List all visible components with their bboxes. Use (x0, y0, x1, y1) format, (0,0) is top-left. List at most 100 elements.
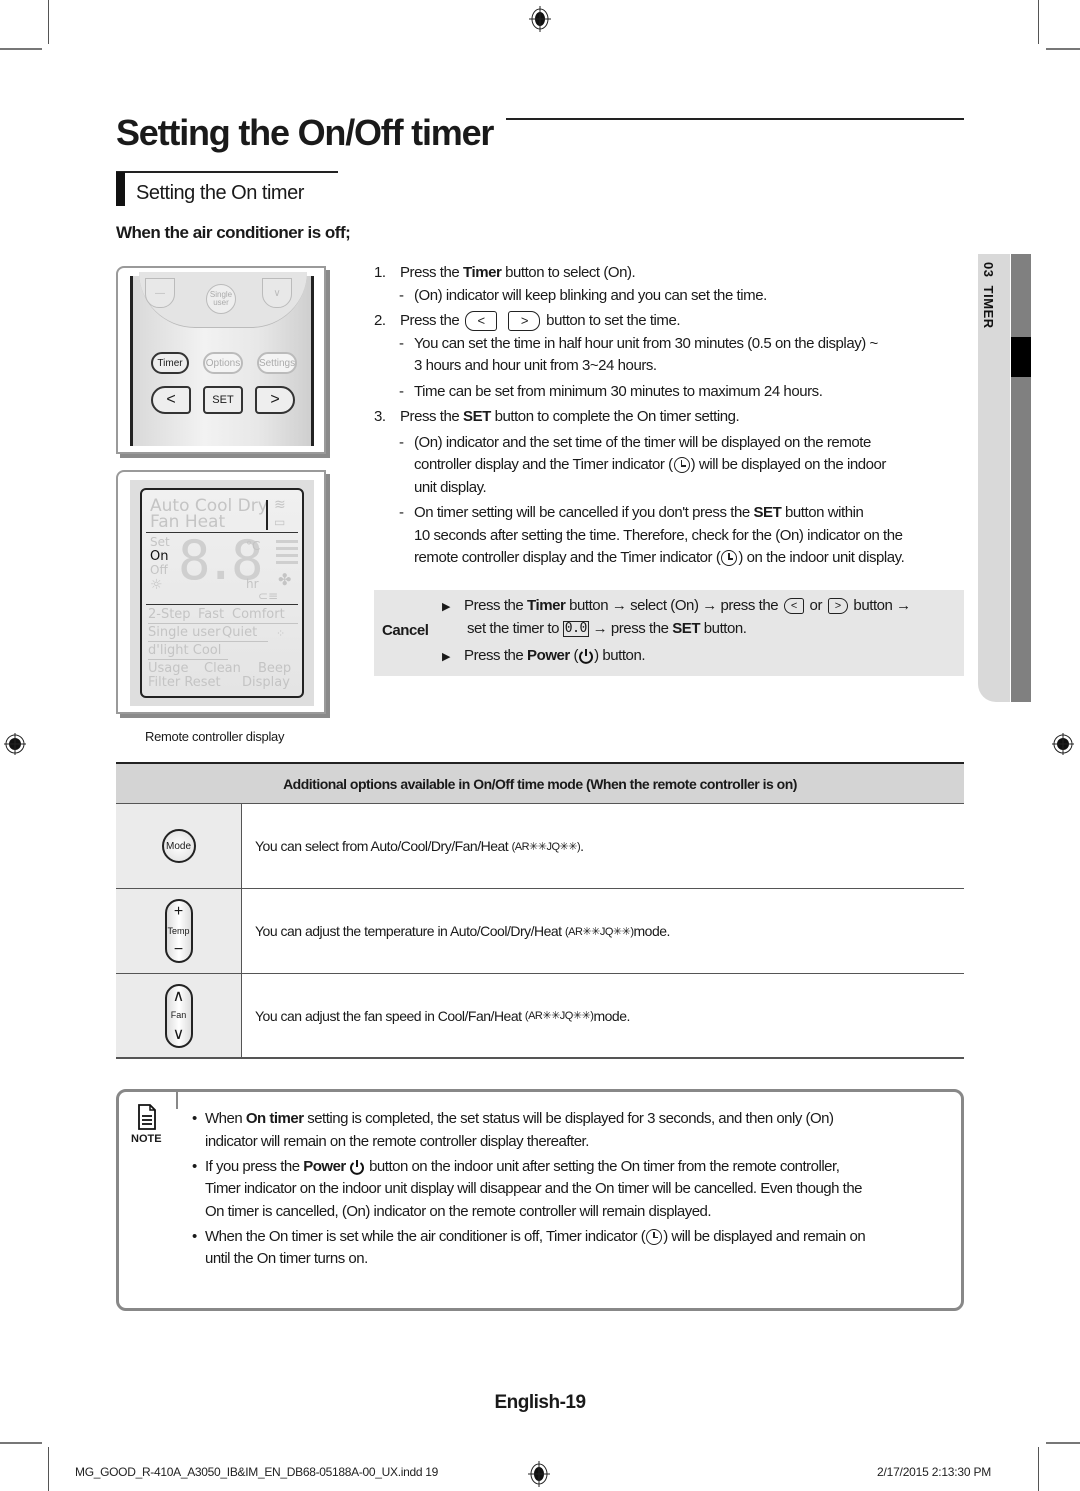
bullet: • (192, 1110, 197, 1127)
table-row: Mode You can select from Auto/Cool/Dry/F… (116, 804, 964, 889)
right-button-image: > (255, 386, 295, 414)
section-title: Setting the On timer (136, 182, 304, 204)
model-code: (AR✳✳JQ✳✳) (524, 1010, 594, 1022)
fan-icon: ✤ (278, 570, 292, 589)
model-code: (AR✳✳JQ✳✳) (564, 925, 634, 938)
note-text: When the On timer is set while the air c… (205, 1227, 646, 1245)
temp-button-icon: + Temp − (164, 899, 193, 963)
registration-mark-icon (528, 1461, 550, 1487)
cancel-text: button. (700, 620, 747, 637)
single-user-button-image: Single user (206, 284, 236, 314)
cancel-box: Cancel ▶ Press the Timer button → select … (374, 590, 964, 676)
lcd-clean: Clean (204, 661, 241, 676)
lcd-single-user: Single user (148, 625, 221, 640)
wifi-icon: ≋ (274, 497, 286, 513)
page-number: English-19 (494, 1392, 586, 1413)
timer-indicator-icon (646, 1228, 663, 1245)
step-2-sub: - You can set the time in half hour unit … (399, 334, 878, 352)
chevron-up-icon: ∧ (172, 987, 185, 1005)
crop-mark (1046, 48, 1080, 50)
lcd-beep: Beep (258, 661, 292, 676)
step-3-sub: 10 seconds after setting the time. There… (374, 525, 966, 548)
step-sub-text: controller display and the Timer indicat… (414, 456, 673, 473)
row-text: You can adjust the fan speed in Cool/Fan… (255, 1007, 522, 1024)
subsection-title: When the air conditioner is off; (116, 223, 351, 242)
step-1: 1. Press the Timer button to select (On)… (374, 262, 966, 285)
options-button-image: Options (203, 352, 243, 374)
cancel-bold: Timer (527, 597, 566, 614)
step-3-sub: unit display. (374, 477, 966, 500)
lcd-celsius: °C (246, 539, 261, 553)
cancel-bold: SET (672, 620, 701, 637)
chapter-tab-strip (1011, 254, 1031, 702)
step-sub-text: unit display. (414, 478, 487, 496)
note-label: NOTE (131, 1133, 162, 1145)
step-3-sub: - On timer setting will be cancelled if y… (399, 504, 864, 521)
note-list: • When On timer setting is completed, th… (190, 1108, 950, 1273)
set-button-image: SET (203, 386, 243, 414)
right-arrow-button-icon: > (508, 311, 541, 332)
step-bold: SET (463, 408, 491, 425)
section-marker (116, 172, 125, 206)
table-text-cell: You can select from Auto/Cool/Dry/Fan/He… (242, 804, 964, 888)
registration-mark-icon (4, 733, 26, 755)
table-text-cell: You can adjust the fan speed in Cool/Fan… (242, 974, 964, 1057)
timer-button-image: Timer (151, 352, 189, 374)
cancel-text: ( (569, 647, 579, 664)
step-text: Press the (400, 408, 464, 425)
cancel-label: Cancel (382, 622, 429, 639)
step-sub-text: button within (781, 504, 864, 521)
step-number: 3. (374, 408, 386, 425)
step-text: button to set the time. (542, 312, 681, 329)
note-document-icon (138, 1104, 156, 1130)
table-icon-cell: + Temp − (116, 889, 242, 973)
step-3-sub: remote controller display and the Timer … (374, 547, 966, 570)
chapter-tab-label: 03 TIMER (981, 262, 996, 329)
note-text: On timer is cancelled, (On) indicator on… (205, 1202, 712, 1220)
note-bold: On timer (245, 1110, 304, 1127)
model-code: (AR✳✳JQ✳✳) (511, 840, 581, 853)
row-text: mode. (593, 1007, 630, 1024)
fan-label: Fan (170, 1010, 187, 1020)
minus-icon: − (173, 941, 184, 958)
power-icon (350, 1159, 365, 1175)
left-arrow-button-icon: < (465, 311, 498, 332)
row-text: . (580, 838, 584, 854)
lcd-dlight-cool: d'light Cool (148, 643, 222, 658)
options-table-header: Additional options available in On/Off t… (116, 762, 964, 804)
minus-button-image: — (145, 278, 175, 308)
note-text: If you press the (205, 1157, 304, 1175)
step-sub-text: You can set the time in half hour unit f… (414, 334, 878, 352)
figure-caption: Remote controller display (145, 729, 285, 744)
step-sub-text: remote controller display and the Timer … (414, 549, 721, 566)
lcd-hr: hr (246, 577, 259, 591)
step-2-sub: - Time can be set from minimum 30 minutes… (399, 382, 823, 400)
row-text: mode. (633, 923, 671, 939)
note-text: setting is completed, the set status wil… (303, 1110, 834, 1127)
step-sub-text: ) will be displayed on the indoor (690, 456, 887, 473)
table-text-cell: You can adjust the temperature in Auto/C… (242, 889, 964, 973)
bullet: • (192, 1157, 197, 1175)
note-bold: Power (303, 1157, 346, 1175)
cancel-text: button → select (On) → press the (565, 597, 782, 614)
step-bold: SET (753, 504, 782, 521)
step-sub-text: 10 seconds after setting the time. There… (414, 526, 903, 544)
crop-mark (1038, 1447, 1039, 1491)
battery-icon: ▭ (274, 515, 286, 529)
timer-indicator-icon (721, 550, 738, 567)
step-sub-text: Time can be set from minimum 30 minutes … (414, 382, 823, 400)
remote-buttons-illustration: — Single user ∨ Timer Options Settings <… (116, 266, 326, 454)
mode-button-icon: Mode (161, 829, 196, 863)
bullet: • (192, 1227, 197, 1245)
lcd-on-indicator: On (150, 549, 169, 564)
step-text: Press the (400, 312, 464, 329)
step-text: Press the (400, 264, 464, 281)
cancel-bold: Power (527, 647, 570, 664)
remote-display-illustration: Auto Cool Dry Fan Heat ≋ ▭ Set On Off ☼ … (116, 470, 326, 714)
step-sub-text: (On) indicator will keep blinking and yo… (414, 286, 767, 304)
options-table: Additional options available in On/Off t… (116, 762, 964, 1059)
step-text: button to select (On). (501, 264, 636, 281)
note-text: button on the indoor unit after setting … (365, 1157, 840, 1175)
cancel-text: or (805, 597, 826, 614)
left-arrow-button-icon: < (783, 598, 804, 615)
